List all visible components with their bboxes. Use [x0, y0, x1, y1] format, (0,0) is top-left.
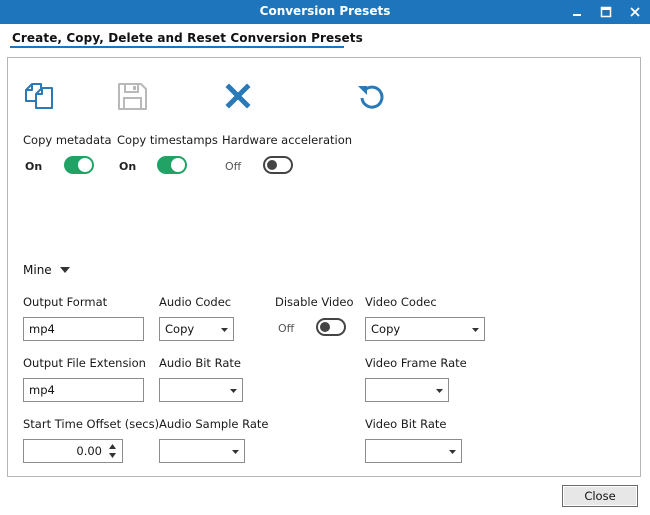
title-bar: Conversion Presets [0, 0, 650, 24]
save-preset-button[interactable] [116, 81, 150, 111]
video-codec-value: Copy [371, 322, 401, 336]
start-time-offset-value: 0.00 [76, 444, 102, 458]
chevron-down-icon [232, 450, 239, 454]
video-codec-label: Video Codec [365, 295, 437, 309]
close-icon [630, 7, 640, 17]
video-bit-rate-select[interactable] [365, 439, 462, 463]
audio-codec-select[interactable]: Copy [159, 317, 234, 341]
reset-icon [358, 85, 384, 109]
maximize-button[interactable] [591, 0, 621, 24]
presets-panel [7, 57, 641, 477]
chevron-down-icon [221, 328, 228, 332]
section-tab-underline [10, 46, 344, 48]
video-codec-select[interactable]: Copy [365, 317, 485, 341]
copy-metadata-label: Copy metadata [23, 133, 112, 147]
audio-bit-rate-select[interactable] [159, 378, 243, 402]
copy-metadata-toggle[interactable] [64, 156, 94, 174]
chevron-down-icon [436, 389, 443, 393]
start-time-offset-stepper[interactable]: 0.00 [23, 439, 123, 463]
hardware-acceleration-toggle[interactable] [263, 156, 293, 174]
audio-codec-value: Copy [165, 322, 195, 336]
minimize-button[interactable] [562, 0, 592, 24]
output-format-input[interactable]: mp4 [23, 317, 144, 341]
delete-preset-button[interactable] [222, 81, 256, 111]
chevron-down-icon [230, 389, 237, 393]
copy-icon [25, 83, 53, 109]
output-extension-input[interactable]: mp4 [23, 378, 144, 402]
video-frame-rate-label: Video Frame Rate [365, 356, 467, 370]
section-tab[interactable]: Create, Copy, Delete and Reset Conversio… [12, 31, 363, 45]
video-frame-rate-select[interactable] [365, 378, 449, 402]
audio-sample-rate-label: Audio Sample Rate [159, 417, 269, 431]
close-window-button[interactable] [620, 0, 650, 24]
save-icon [118, 83, 147, 110]
delete-icon [225, 83, 251, 109]
copy-metadata-state: On [25, 160, 43, 173]
hardware-acceleration-state: Off [225, 160, 242, 173]
stepper-down-icon[interactable] [109, 453, 116, 458]
output-format-label: Output Format [23, 295, 108, 309]
copy-timestamps-state: On [119, 160, 137, 173]
disable-video-label: Disable Video [275, 295, 354, 309]
close-button[interactable]: Close [562, 485, 638, 507]
chevron-down-icon [472, 328, 479, 332]
start-time-offset-label: Start Time Offset (secs) [23, 417, 160, 431]
video-bit-rate-label: Video Bit Rate [365, 417, 447, 431]
copy-preset-button[interactable] [22, 81, 56, 111]
maximize-icon [600, 6, 612, 18]
disable-video-toggle[interactable] [316, 318, 346, 336]
copy-timestamps-toggle[interactable] [157, 156, 187, 174]
minimize-icon [573, 14, 581, 16]
preset-selector[interactable]: Mine [23, 263, 52, 277]
output-extension-label: Output File Extension [23, 356, 146, 370]
window-title: Conversion Presets [259, 4, 391, 18]
audio-bit-rate-label: Audio Bit Rate [159, 356, 241, 370]
hardware-acceleration-label: Hardware acceleration [222, 133, 353, 147]
chevron-down-icon[interactable] [60, 267, 70, 273]
copy-timestamps-label: Copy timestamps [117, 133, 218, 147]
disable-video-state: Off [278, 322, 295, 335]
reset-preset-button[interactable] [355, 81, 389, 111]
stepper-up-icon[interactable] [109, 444, 116, 449]
chevron-down-icon [449, 450, 456, 454]
audio-codec-label: Audio Codec [159, 295, 232, 309]
audio-sample-rate-select[interactable] [159, 439, 245, 463]
